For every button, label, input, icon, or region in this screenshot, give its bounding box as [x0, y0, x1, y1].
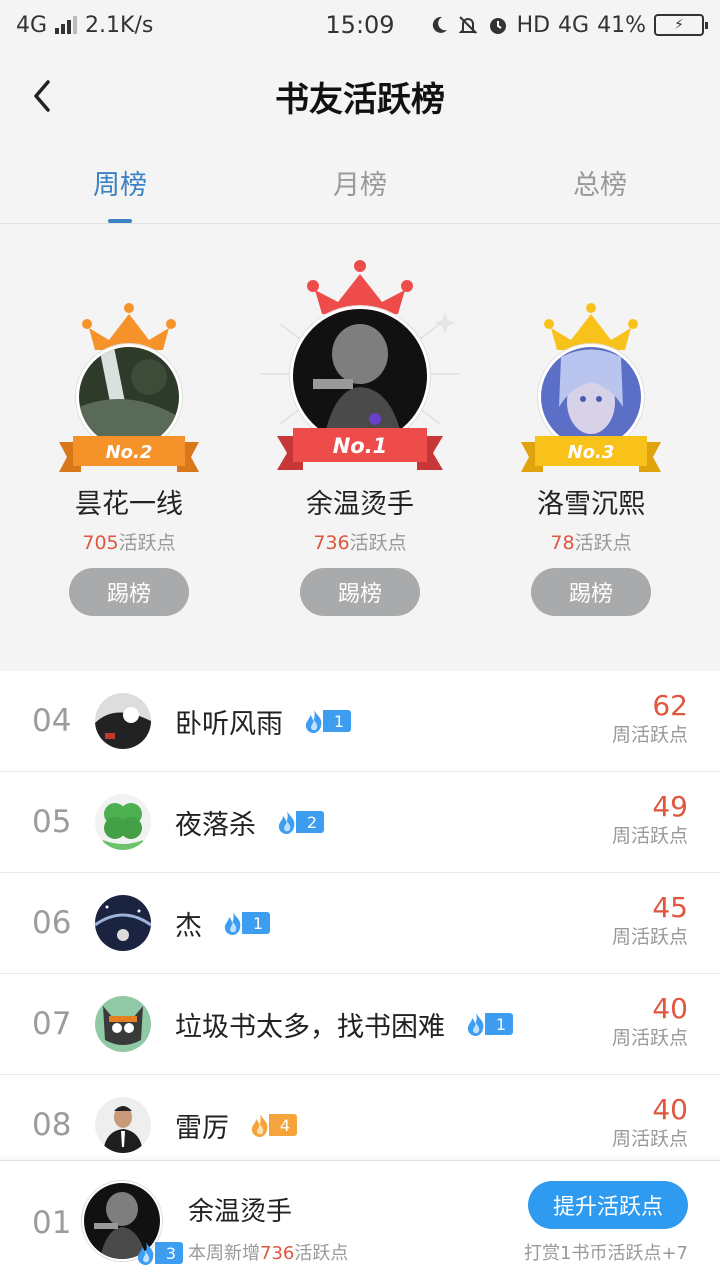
podium: No.2 昙花一线 705活跃点 踢榜 No.1 余温烫手 736活跃点 踢榜 … — [0, 224, 720, 654]
flame-icon — [278, 811, 295, 834]
score-value: 62 — [652, 689, 688, 722]
tab-weekly[interactable]: 周榜 — [0, 142, 240, 223]
podium-points: 78活跃点 — [550, 532, 632, 554]
level-badge: 1 — [463, 1012, 513, 1036]
header: 书友活跃榜 — [0, 50, 720, 142]
kick-button[interactable]: 踢榜 — [300, 568, 420, 616]
rank-label: No.1 — [333, 434, 388, 458]
score-value: 40 — [652, 992, 688, 1025]
rank-ribbon: No.1 — [277, 428, 443, 470]
rank-number: 07 — [32, 1006, 72, 1042]
level-number: 1 — [323, 710, 351, 732]
level-number: 3 — [155, 1242, 183, 1264]
user-name: 杰 — [175, 910, 202, 942]
score-label: 周活跃点 — [611, 825, 688, 847]
user-name: 夜落杀 — [175, 809, 256, 841]
rank-number: 05 — [32, 804, 72, 840]
avatar[interactable] — [95, 693, 151, 749]
rank-ribbon: No.3 — [521, 436, 661, 472]
chevron-left-icon — [34, 80, 50, 112]
rank-ribbon: No.2 — [59, 436, 199, 472]
signal-icon — [55, 16, 78, 34]
my-rank-bar: 01 3 余温烫手 本周新增736活跃点 提升活跃点 打赏1书币活跃点+7 — [0, 1160, 720, 1280]
podium-second: No.2 昙花一线 705活跃点 踢榜 — [19, 224, 239, 654]
user-name: 垃圾书太多，找书困难 — [175, 1011, 445, 1043]
moon-icon — [432, 16, 447, 33]
flame-icon — [305, 710, 322, 733]
tab-total[interactable]: 总榜 — [480, 142, 720, 223]
list-item[interactable]: 06 杰 1 45 周活跃点 — [0, 873, 720, 974]
level-badge: 4 — [247, 1113, 297, 1137]
rank-number: 06 — [32, 905, 72, 941]
flame-icon — [251, 1114, 268, 1137]
boost-activity-button[interactable]: 提升活跃点 — [528, 1181, 688, 1229]
score: 40 周活跃点 — [612, 992, 688, 1050]
my-level-badge: 3 — [133, 1241, 183, 1265]
rank-number: 04 — [32, 703, 72, 739]
user-name: 卧听风雨 — [175, 708, 283, 740]
podium-points: 736活跃点 — [313, 532, 407, 554]
mute-bell-icon — [458, 16, 477, 34]
network-type: 4G — [16, 12, 48, 38]
crown-icon — [544, 303, 638, 350]
level-number: 2 — [296, 811, 324, 833]
podium-name: 洛雪沉熙 — [537, 489, 645, 520]
hd-label: HD — [516, 12, 551, 38]
kick-button[interactable]: 踢榜 — [69, 568, 189, 616]
score: 45 周活跃点 — [612, 891, 688, 949]
rank-number: 08 — [32, 1107, 72, 1143]
status-bar: 4G 2.1K/s 15:09 HD 4G 41% ⚡ — [0, 0, 720, 50]
level-badge: 1 — [301, 709, 351, 733]
score: 49 周活跃点 — [612, 790, 688, 848]
rank-label: No.3 — [568, 442, 615, 463]
user-name: 雷厉 — [175, 1112, 229, 1144]
avatar[interactable] — [95, 794, 151, 850]
network-speed: 2.1K/s — [85, 12, 154, 38]
kick-button[interactable]: 踢榜 — [531, 568, 651, 616]
avatar[interactable] — [95, 996, 151, 1052]
list-item[interactable]: 07 垃圾书太多，找书困难 1 40 周活跃点 — [0, 974, 720, 1075]
battery-icon: ⚡ — [654, 14, 708, 36]
score-label: 周活跃点 — [611, 724, 688, 746]
podium-name: 余温烫手 — [306, 489, 414, 520]
score-label: 周活跃点 — [611, 1128, 688, 1150]
alarm-icon — [489, 18, 506, 34]
tab-bar: 周榜 月榜 总榜 — [0, 142, 720, 224]
score-value: 40 — [652, 1093, 688, 1126]
my-rank-number: 01 — [32, 1205, 72, 1241]
list-item[interactable]: 05 夜落杀 2 49 周活跃点 — [0, 772, 720, 873]
score-label: 周活跃点 — [611, 1027, 688, 1049]
crown-icon — [82, 303, 176, 350]
level-badge: 2 — [274, 810, 324, 834]
score: 40 周活跃点 — [612, 1093, 688, 1151]
network-type-2: 4G — [558, 12, 590, 38]
rank-list: 04 卧听风雨 1 62 周活跃点 05 夜落杀 2 49 周活跃点 06 杰 … — [0, 671, 720, 1176]
avatar[interactable] — [95, 895, 151, 951]
rank-label: No.2 — [106, 442, 153, 463]
flame-icon — [137, 1242, 154, 1265]
level-number: 4 — [269, 1114, 297, 1136]
flame-icon — [467, 1013, 484, 1036]
level-number: 1 — [242, 912, 270, 934]
my-name: 余温烫手 — [188, 1197, 293, 1227]
back-button[interactable] — [22, 76, 62, 116]
level-badge: 1 — [220, 911, 270, 935]
avatar[interactable] — [95, 1097, 151, 1153]
tab-monthly[interactable]: 月榜 — [240, 142, 480, 223]
my-weekly-gain: 本周新增736活跃点 — [188, 1243, 349, 1264]
podium-name: 昙花一线 — [75, 489, 183, 520]
score: 62 周活跃点 — [612, 689, 688, 747]
flame-icon — [224, 912, 241, 935]
level-number: 1 — [485, 1013, 513, 1035]
reward-tip: 打赏1书币活跃点+7 — [524, 1243, 688, 1264]
podium-third: No.3 洛雪沉熙 78活跃点 踢榜 — [481, 224, 701, 654]
podium-first: No.1 余温烫手 736活跃点 踢榜 — [250, 224, 470, 654]
list-item[interactable]: 04 卧听风雨 1 62 周活跃点 — [0, 671, 720, 772]
score-value: 45 — [652, 891, 688, 924]
page-title: 书友活跃榜 — [275, 79, 445, 120]
podium-points: 705活跃点 — [82, 532, 176, 554]
battery-percent: 41% — [597, 12, 646, 38]
score-label: 周活跃点 — [611, 926, 688, 948]
score-value: 49 — [652, 790, 688, 823]
